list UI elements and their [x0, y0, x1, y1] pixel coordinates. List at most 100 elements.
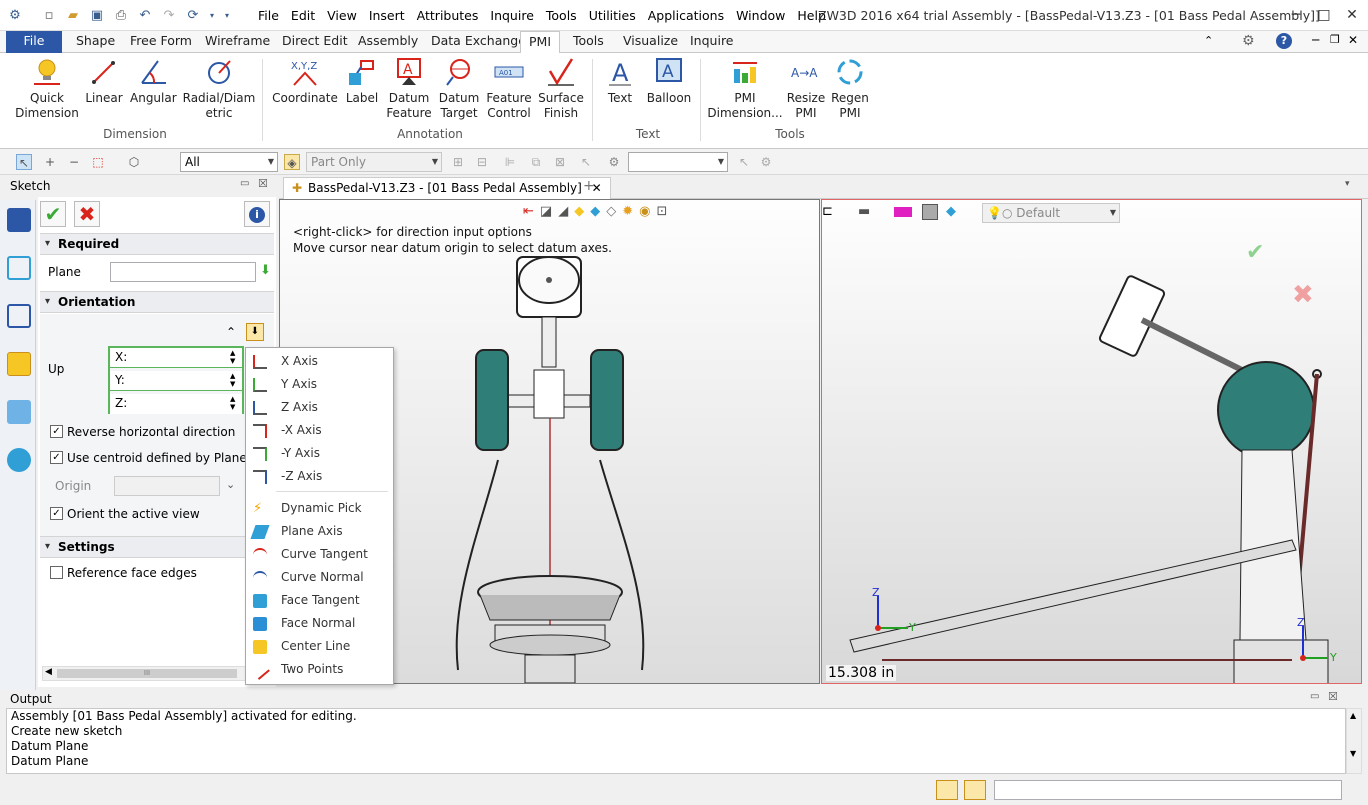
close-window-button[interactable]: ✕ [1338, 4, 1366, 26]
menu-tools[interactable]: Tools [540, 8, 583, 23]
menu-item-x-axis[interactable]: X Axis [246, 350, 393, 373]
collapse-ribbon-icon[interactable]: ⌃ [1204, 34, 1213, 47]
menu-item-curve-tangent[interactable]: Curve Tangent [246, 543, 393, 566]
help-icon[interactable]: ? [1276, 33, 1292, 49]
menu-item-dynamic-pick[interactable]: ⚡ Dynamic Pick [246, 497, 393, 520]
scroll-thumb[interactable]: III [57, 669, 237, 678]
part-filter-icon[interactable]: ◈ [284, 154, 300, 170]
plane-input[interactable] [110, 262, 256, 282]
orientation-section-header[interactable]: Orientation [40, 291, 274, 313]
new-file-icon[interactable]: ▫ [40, 7, 58, 25]
image-icon[interactable] [7, 400, 31, 424]
z-field[interactable]: Z: [110, 394, 242, 414]
menu-item-curve-normal[interactable]: Curve Normal [246, 566, 393, 589]
menu-item-neg-z-axis[interactable]: -Z Axis [246, 465, 393, 488]
menu-item-y-axis[interactable]: Y Axis [246, 373, 393, 396]
box-select-icon[interactable]: ⬚ [90, 154, 106, 170]
coordinate-button[interactable]: X,Y,Z Coordinate [270, 57, 340, 106]
menu-item-two-points[interactable]: Two Points [246, 658, 393, 681]
menu-utilities[interactable]: Utilities [583, 8, 642, 23]
tab-direct-edit[interactable]: Direct Edit [274, 31, 356, 53]
undo-icon[interactable]: ↶ [136, 7, 154, 25]
menu-item-face-normal[interactable]: Face Normal [246, 612, 393, 635]
output-pin-icon[interactable]: ▭ [1310, 691, 1319, 702]
reference-face-edges-checkbox[interactable] [50, 566, 63, 579]
close-panel-icon[interactable]: ☒ [258, 177, 268, 190]
tab-inquire[interactable]: Inquire [682, 31, 742, 53]
pick-icon[interactable]: ⊞ [450, 154, 466, 170]
menu-file[interactable]: File [252, 8, 285, 23]
scroll-down-icon[interactable]: ▼ [1350, 749, 1356, 758]
tab-shape[interactable]: Shape [68, 31, 123, 53]
horizontal-scrollbar[interactable]: ◀ III [42, 666, 247, 681]
menu-attributes[interactable]: Attributes [411, 8, 485, 23]
document-tab[interactable]: ✚ BassPedal-V13.Z3 - [01 Bass Pedal Asse… [283, 177, 611, 199]
snap-icon[interactable]: ⊠ [552, 154, 568, 170]
blank-combo[interactable]: ▼ [628, 152, 728, 172]
menu-window[interactable]: Window [730, 8, 791, 23]
coordinate-system-icon[interactable]: ⚙ [606, 154, 622, 170]
output-log[interactable]: Assembly [01 Bass Pedal Assembly] activa… [6, 708, 1346, 774]
sketch-mode-icon[interactable] [7, 208, 31, 232]
settings-section-header[interactable]: Settings [40, 536, 274, 558]
command-input[interactable] [994, 780, 1342, 800]
menu-edit[interactable]: Edit [285, 8, 321, 23]
tab-file[interactable]: File [6, 31, 62, 53]
feature-control-button[interactable]: A01 Feature Control [484, 57, 534, 121]
tab-pmi[interactable]: PMI [520, 31, 561, 54]
tab-visualize[interactable]: Visualize [615, 31, 686, 53]
part-cube-icon[interactable] [7, 352, 31, 376]
output-close-icon[interactable]: ☒ [1328, 690, 1338, 703]
redo-icon[interactable]: ↷ [160, 7, 178, 25]
minimize-button[interactable]: ─ [1282, 4, 1310, 26]
menu-item-neg-y-axis[interactable]: -Y Axis [246, 442, 393, 465]
orient-view-checkbox[interactable]: ✓ [50, 507, 63, 520]
tab-free-form[interactable]: Free Form [122, 31, 200, 53]
menu-insert[interactable]: Insert [363, 8, 411, 23]
print-icon[interactable]: ⎙ [112, 7, 130, 25]
collapse-icon[interactable]: ⌃ [226, 325, 236, 339]
pmi-dimension-button[interactable]: PMI Dimension... [706, 57, 784, 121]
x-spinner[interactable]: ▲ ▼ [230, 349, 235, 365]
app-logo-icon[interactable]: ⚙ [6, 7, 24, 25]
scope-combo[interactable]: Part Only ▼ [306, 152, 442, 172]
datum-target-button[interactable]: Datum Target [436, 57, 482, 121]
reverse-horizontal-checkbox[interactable]: ✓ [50, 425, 63, 438]
refresh-icon[interactable]: ⟳ [184, 7, 202, 25]
tab-tools[interactable]: Tools [565, 31, 612, 53]
tab-wireframe[interactable]: Wireframe [197, 31, 278, 53]
scroll-left-icon[interactable]: ◀ [45, 667, 52, 677]
status-panel-icon[interactable] [936, 780, 958, 800]
menu-item-center-line[interactable]: Center Line [246, 635, 393, 658]
ok-check-button[interactable]: ✔ [40, 201, 66, 227]
user-icon[interactable] [7, 448, 31, 472]
surface-finish-button[interactable]: Surface Finish [536, 57, 586, 121]
add-icon[interactable]: + [42, 154, 58, 170]
linear-dimension-button[interactable]: Linear [84, 57, 124, 106]
pin-icon[interactable]: ▭ [240, 178, 249, 189]
menu-inquire[interactable]: Inquire [484, 8, 540, 23]
doc-close-button[interactable]: ✕ [1348, 33, 1358, 47]
remove-icon[interactable]: − [66, 154, 82, 170]
settings-gear-icon[interactable]: ⚙ [1242, 33, 1255, 49]
save-icon[interactable]: ▣ [88, 7, 106, 25]
regen-pmi-button[interactable]: Regen PMI [830, 57, 870, 121]
doc-restore-button[interactable]: ❐ [1330, 33, 1340, 46]
filter-combo[interactable]: All ▼ [180, 152, 278, 172]
customize-chevron-icon[interactable]: ▾ [218, 7, 236, 25]
menu-item-face-tangent[interactable]: Face Tangent [246, 589, 393, 612]
cursor-icon[interactable]: ↖ [578, 154, 594, 170]
tab-assembly[interactable]: Assembly [350, 31, 426, 53]
label-button[interactable]: Label [344, 57, 380, 106]
side-viewport[interactable]: ⊏ ▬ ◆ 💡○ Default ▼ ✔ ✖ Z Y Z Y 15.308 in [821, 199, 1362, 684]
new-tab-icon[interactable]: + [583, 178, 595, 194]
angular-dimension-button[interactable]: Angular [130, 57, 177, 106]
origin-input[interactable] [114, 476, 220, 496]
menu-item-neg-x-axis[interactable]: -X Axis [246, 419, 393, 442]
scroll-up-icon[interactable]: ▲ [1350, 711, 1356, 720]
y-field[interactable]: Y: [110, 371, 242, 391]
assembly-tree-icon[interactable] [7, 256, 31, 280]
info-button[interactable]: i [244, 201, 270, 227]
tab-data-exchange[interactable]: Data Exchange [423, 31, 534, 53]
x-field[interactable]: X: [110, 348, 242, 368]
